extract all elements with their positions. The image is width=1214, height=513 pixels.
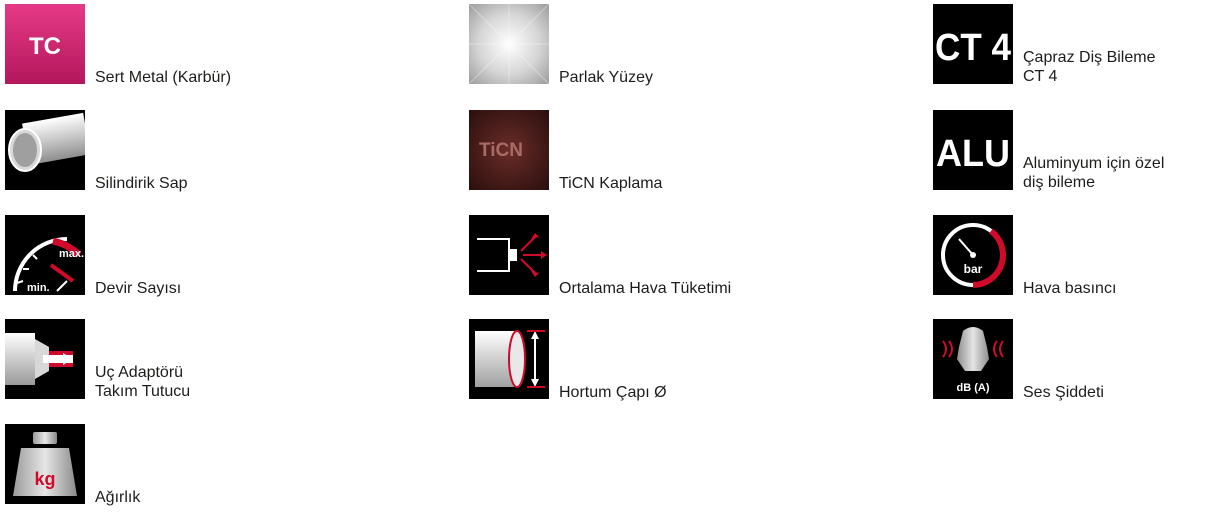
legend-label-line: Hortum Çapı Ø bbox=[559, 384, 667, 401]
legend-label: Hava basıncı bbox=[1023, 279, 1116, 298]
weight-kg-icon: kg bbox=[5, 424, 85, 504]
legend-label: Hortum Çapı Ø bbox=[559, 383, 667, 402]
legend-label: Ses Şiddeti bbox=[1023, 383, 1104, 402]
cylindrical-shank-icon bbox=[5, 110, 85, 190]
legend-label-line: TiCN Kaplama bbox=[559, 175, 663, 192]
legend-label-line: Devir Sayısı bbox=[95, 280, 182, 297]
legend-label-line: Hava basıncı bbox=[1023, 280, 1117, 297]
rpm-min-text: min. bbox=[27, 282, 50, 294]
kg-icon-text: kg bbox=[34, 469, 55, 489]
air-consumption-icon bbox=[469, 215, 549, 295]
legend-label: Ağırlık bbox=[95, 488, 140, 507]
legend-label-line: Aluminyum için özel bbox=[1023, 155, 1165, 172]
legend-label-line: Sert Metal (Karbür) bbox=[95, 69, 232, 86]
collet-adapter-icon bbox=[5, 319, 85, 399]
legend-label: Ortalama Hava Tüketimi bbox=[559, 279, 731, 298]
bright-surface-icon bbox=[469, 4, 549, 84]
legend-label: Çapraz Diş Bileme CT 4 bbox=[1023, 48, 1155, 86]
rpm-max-text: max. bbox=[59, 248, 84, 260]
legend-label: Devir Sayısı bbox=[95, 279, 181, 298]
ticn-icon-text: TiCN bbox=[479, 140, 523, 161]
alu-icon-text: ALU bbox=[936, 133, 1010, 175]
legend-label: TiCN Kaplama bbox=[559, 174, 662, 193]
legend-label-line: Çapraz Diş Bileme bbox=[1023, 49, 1156, 66]
ct4-icon-text: CT 4 bbox=[935, 27, 1011, 69]
alu-icon: ALU bbox=[933, 110, 1013, 190]
sound-level-icon: dB (A) bbox=[933, 319, 1013, 399]
legend-label: Sert Metal (Karbür) bbox=[95, 68, 231, 87]
legend-label: Uç Adaptörü Takım Tutucu bbox=[95, 363, 190, 401]
legend-label-line: Ses Şiddeti bbox=[1023, 384, 1104, 401]
rpm-gauge-icon: max. min. bbox=[5, 215, 85, 295]
legend-label: Parlak Yüzey bbox=[559, 68, 653, 87]
legend-label-line: Takım Tutucu bbox=[95, 383, 191, 400]
tc-carbide-icon: TC bbox=[5, 4, 85, 84]
legend-label-line: Ortalama Hava Tüketimi bbox=[559, 280, 732, 297]
ct4-icon: CT 4 bbox=[933, 4, 1013, 84]
legend-label-line: Uç Adaptörü bbox=[95, 364, 184, 381]
legend-label-line: diş bileme bbox=[1023, 174, 1096, 191]
ticn-coating-icon: TiCN bbox=[469, 110, 549, 190]
legend-label-line: Ağırlık bbox=[95, 489, 141, 506]
legend-label: Silindirik Sap bbox=[95, 174, 187, 193]
db-icon-text: dB (A) bbox=[957, 382, 990, 394]
tc-icon-text: TC bbox=[29, 33, 61, 60]
legend-label-line: Parlak Yüzey bbox=[559, 69, 653, 86]
bar-gauge-icon: bar bbox=[933, 215, 1013, 295]
legend-label: Aluminyum için özel diş bileme bbox=[1023, 154, 1164, 192]
hose-diameter-icon bbox=[469, 319, 549, 399]
bar-icon-text: bar bbox=[964, 262, 983, 276]
legend-label-line: Silindirik Sap bbox=[95, 175, 188, 192]
legend-label-line: CT 4 bbox=[1023, 68, 1058, 85]
